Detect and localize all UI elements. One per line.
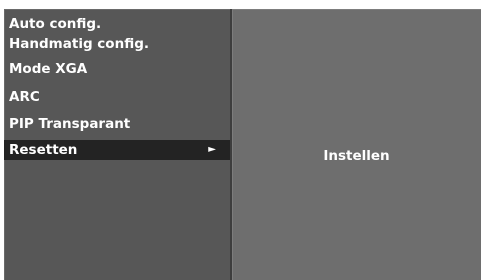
menu-item-label: Auto config.: [9, 16, 102, 32]
menu-item-handmatig-config[interactable]: Handmatig config.: [4, 33, 230, 55]
menu-item-label: Mode XGA: [9, 61, 88, 77]
menu-item-mode-xga[interactable]: Mode XGA: [4, 55, 230, 83]
submenu-panel: Instellen: [232, 9, 481, 280]
menu-item-pip-transparant[interactable]: PIP Transparant: [4, 111, 230, 138]
arrow-right-icon: ►: [208, 144, 216, 155]
menu-item-resetten[interactable]: Resetten ►: [4, 140, 230, 160]
main-menu-panel: Auto config. Handmatig config. Mode XGA …: [4, 9, 232, 280]
menu-item-label: Handmatig config.: [9, 36, 149, 52]
menu-list: Auto config. Handmatig config. Mode XGA …: [4, 15, 230, 160]
menu-item-label: PIP Transparant: [9, 116, 131, 132]
menu-item-label: ARC: [9, 89, 40, 105]
menu-item-auto-config[interactable]: Auto config.: [4, 15, 230, 33]
menu-item-label: Resetten: [9, 142, 78, 158]
menu-item-arc[interactable]: ARC: [4, 83, 230, 111]
submenu-option-instellen[interactable]: Instellen: [232, 146, 481, 166]
osd-menu-window: Auto config. Handmatig config. Mode XGA …: [4, 9, 481, 280]
